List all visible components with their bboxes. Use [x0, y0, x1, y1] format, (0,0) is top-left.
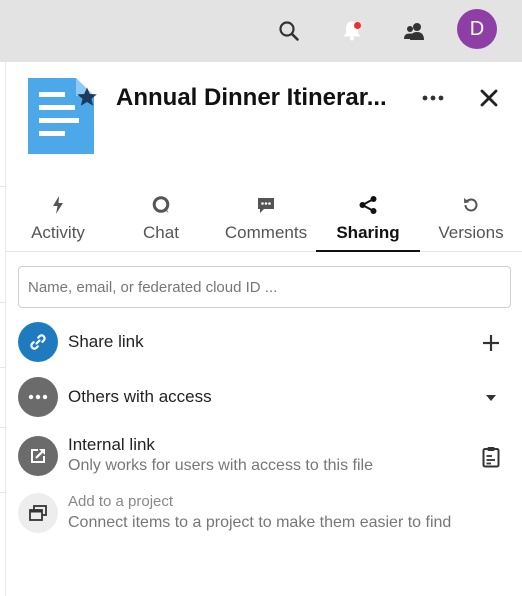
- comments-icon: [256, 190, 276, 220]
- others-with-access-label: Others with access: [68, 387, 212, 406]
- file-title: Annual Dinner Itinerar...: [116, 84, 387, 111]
- favorite-star-icon: [76, 86, 98, 113]
- tab-versions[interactable]: Versions: [428, 186, 514, 252]
- notifications-icon[interactable]: [335, 14, 369, 48]
- tab-label: Sharing: [336, 223, 400, 242]
- history-icon: [461, 190, 481, 220]
- external-link-icon: [18, 436, 58, 476]
- tab-chat[interactable]: Chat: [118, 186, 204, 252]
- tab-label: Activity: [31, 223, 85, 242]
- add-share-link-button[interactable]: [478, 330, 504, 356]
- activity-icon: [51, 190, 65, 220]
- internal-link-description: Only works for users with access to this…: [68, 457, 373, 474]
- more-icon: [18, 377, 58, 417]
- search-icon[interactable]: [272, 14, 306, 48]
- tab-sharing[interactable]: Sharing: [316, 186, 420, 252]
- share-icon: [358, 190, 378, 220]
- add-to-project-label: Add to a project: [68, 493, 174, 510]
- close-button[interactable]: [474, 83, 504, 113]
- link-icon: [18, 322, 58, 362]
- add-to-project-row[interactable]: Add to a project Connect items to a proj…: [18, 491, 508, 535]
- contacts-icon[interactable]: [397, 14, 431, 48]
- internal-link-label: Internal link: [68, 435, 155, 454]
- copy-to-clipboard-icon[interactable]: [478, 444, 504, 470]
- tab-label: Comments: [224, 223, 308, 242]
- share-search-input[interactable]: [18, 266, 511, 308]
- user-avatar[interactable]: D: [457, 9, 497, 49]
- top-header: D: [0, 0, 522, 62]
- add-to-project-description: Connect items to a project to make them …: [68, 514, 452, 531]
- tab-label: Versions: [438, 223, 504, 242]
- others-with-access-row[interactable]: Others with access: [18, 375, 508, 419]
- chat-icon: [151, 190, 171, 220]
- more-options-button[interactable]: [418, 84, 448, 112]
- tab-activity[interactable]: Activity: [14, 186, 102, 252]
- share-link-row[interactable]: Share link: [18, 320, 508, 364]
- project-icon: [18, 493, 58, 533]
- internal-link-row: Internal link Only works for users with …: [18, 434, 508, 478]
- tab-label: Chat: [143, 223, 179, 242]
- share-link-label: Share link: [68, 332, 144, 351]
- background-file-list: [0, 62, 6, 596]
- document-icon: [26, 78, 98, 156]
- notification-badge: [354, 22, 361, 29]
- tab-comments[interactable]: Comments: [216, 186, 316, 252]
- sidebar-tabs: Activity Chat Comments Sharing Versions: [6, 186, 522, 252]
- chevron-down-icon[interactable]: [478, 385, 504, 411]
